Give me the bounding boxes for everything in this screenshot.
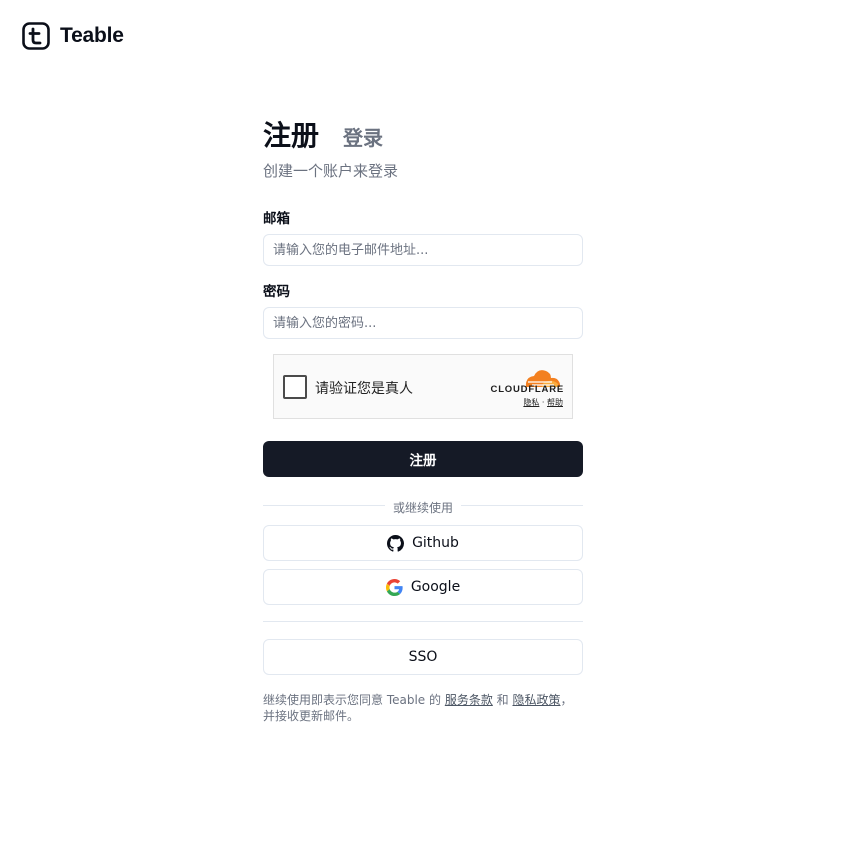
- password-label: 密码: [263, 284, 290, 300]
- or-divider: 或继续使用: [263, 497, 583, 515]
- email-field[interactable]: [263, 234, 583, 266]
- captcha-links: 隐私 · 帮助: [523, 397, 563, 408]
- cloudflare-brand: CLOUDFLARE: [490, 384, 564, 395]
- captcha-help-link[interactable]: 帮助: [547, 398, 563, 407]
- logo[interactable]: Teable: [22, 22, 124, 50]
- sso-button-label: SSO: [408, 649, 438, 665]
- app-name: Teable: [60, 24, 124, 47]
- google-icon: [385, 578, 403, 596]
- privacy-policy-link[interactable]: 隐私政策: [512, 693, 560, 707]
- sso-button[interactable]: SSO: [263, 639, 583, 675]
- github-button[interactable]: Github: [263, 525, 583, 561]
- google-button[interactable]: Google: [263, 569, 583, 605]
- password-field[interactable]: [263, 307, 583, 339]
- terms-of-service-link[interactable]: 服务条款: [445, 693, 493, 707]
- tab-login[interactable]: 登录: [343, 122, 383, 151]
- form-subtitle: 创建一个账户来登录: [263, 162, 399, 180]
- google-button-label: Google: [410, 579, 461, 595]
- or-divider-text: 或继续使用: [384, 501, 461, 515]
- signup-button[interactable]: 注册: [263, 441, 583, 477]
- github-icon: [387, 534, 405, 552]
- signup-form: 注册 登录 创建一个账户来登录 邮箱 密码 请验证您是真人 CLOUDFLARE…: [263, 114, 583, 724]
- captcha-label: 请验证您是真人: [315, 381, 413, 397]
- captcha-widget: 请验证您是真人 CLOUDFLARE 隐私 · 帮助: [273, 354, 573, 419]
- terms-and: 和: [492, 693, 513, 707]
- tab-signup[interactable]: 注册: [263, 114, 319, 154]
- terms-prefix: 继续使用即表示您同意 Teable 的: [263, 693, 445, 707]
- github-button-label: Github: [412, 535, 459, 551]
- captcha-checkbox[interactable]: [283, 375, 307, 399]
- captcha-links-separator: ·: [541, 398, 545, 407]
- terms-notice: 继续使用即表示您同意 Teable 的 服务条款 和 隐私政策，并接收更新邮件。: [263, 692, 583, 724]
- captcha-privacy-link[interactable]: 隐私: [523, 398, 539, 407]
- email-label: 邮箱: [263, 211, 290, 227]
- sso-separator: [263, 621, 583, 622]
- teable-logo-icon: [22, 22, 50, 50]
- auth-tabs: 注册 登录: [263, 114, 583, 154]
